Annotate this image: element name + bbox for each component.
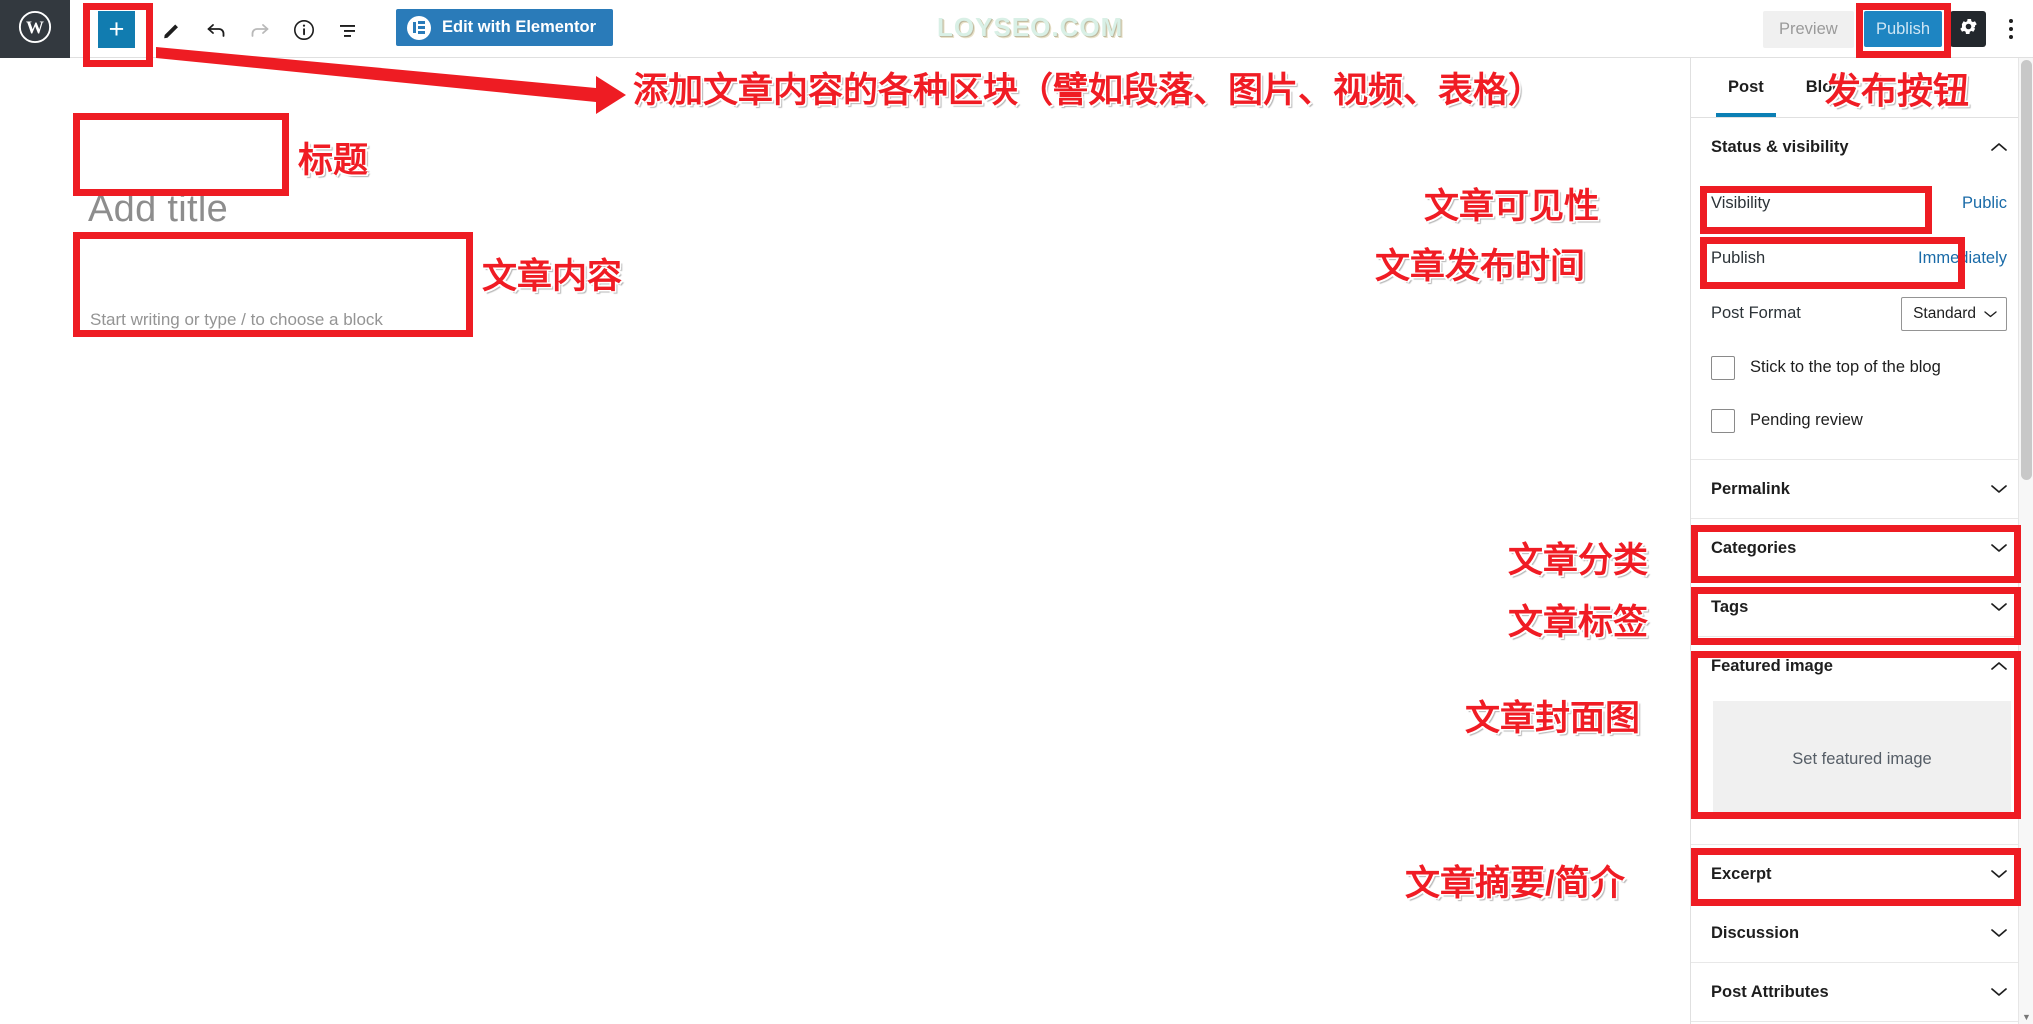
editor-top-bar: W + Edit with Elementor Preview Publish xyxy=(0,0,2033,58)
row-post-format: Post Format Standard xyxy=(1691,286,2033,341)
section-discussion-header[interactable]: Discussion xyxy=(1691,904,2033,962)
plus-icon: + xyxy=(108,14,125,44)
section-categories-header[interactable]: Categories xyxy=(1691,519,2033,577)
pencil-icon[interactable] xyxy=(152,10,192,50)
elementor-logo-icon xyxy=(407,15,431,40)
post-settings-sidebar: Post Block Status & visibility Visibilit… xyxy=(1690,58,2033,1024)
set-featured-image-button[interactable]: Set featured image xyxy=(1713,701,2011,818)
tab-block-label: Block xyxy=(1805,78,1851,96)
set-featured-image-label: Set featured image xyxy=(1792,750,1932,768)
visibility-value[interactable]: Public xyxy=(1962,194,2007,213)
edit-with-elementor-button[interactable]: Edit with Elementor xyxy=(396,9,614,46)
tab-block[interactable]: Block xyxy=(1794,59,1863,117)
section-tags-header[interactable]: Tags xyxy=(1691,578,2033,636)
publish-label: Publish xyxy=(1711,249,1766,267)
gear-icon xyxy=(1958,16,1979,42)
preview-button[interactable]: Preview xyxy=(1763,11,1854,48)
section-permalink-title: Permalink xyxy=(1711,479,1790,498)
section-tags: Tags xyxy=(1691,578,2033,637)
visibility-label: Visibility xyxy=(1711,194,1771,212)
section-post-attributes: Post Attributes xyxy=(1691,963,2033,1022)
post-format-value: Standard xyxy=(1913,304,1976,322)
sticky-checkbox[interactable] xyxy=(1711,355,1735,380)
kebab-dot-3 xyxy=(2009,35,2013,39)
section-tags-title: Tags xyxy=(1711,597,1749,616)
chevron-down-icon xyxy=(1991,543,2007,553)
section-post-attributes-title: Post Attributes xyxy=(1711,982,1829,1001)
chevron-down-icon xyxy=(1991,602,2007,612)
section-categories-title: Categories xyxy=(1711,538,1797,557)
section-featured-image-title: Featured image xyxy=(1711,656,1833,675)
add-block-button[interactable]: + xyxy=(98,11,135,48)
svg-text:W: W xyxy=(26,17,44,37)
section-excerpt-header[interactable]: Excerpt xyxy=(1691,845,2033,903)
section-post-attributes-header[interactable]: Post Attributes xyxy=(1691,963,2033,1021)
chevron-down-icon xyxy=(1991,987,2007,997)
section-status-visibility-header[interactable]: Status & visibility xyxy=(1691,118,2033,176)
scrollbar-thumb[interactable] xyxy=(2021,60,2032,480)
kebab-dot-1 xyxy=(2009,19,2013,23)
section-discussion: Discussion xyxy=(1691,904,2033,963)
post-content-input[interactable]: Start writing or type / to choose a bloc… xyxy=(90,310,383,330)
section-permalink: Permalink xyxy=(1691,460,2033,519)
pending-review-label: Pending review xyxy=(1750,411,1863,429)
row-sticky: Stick to the top of the blog xyxy=(1691,341,2033,394)
undo-icon[interactable] xyxy=(196,10,236,50)
settings-button[interactable] xyxy=(1950,11,1986,47)
kebab-dot-2 xyxy=(2009,27,2013,31)
section-permalink-header[interactable]: Permalink xyxy=(1691,460,2033,518)
section-excerpt-title: Excerpt xyxy=(1711,864,1772,883)
more-options-button[interactable] xyxy=(1996,11,2026,47)
wordpress-logo-button[interactable]: W xyxy=(0,0,70,58)
section-featured-image-header[interactable]: Featured image xyxy=(1691,637,2033,695)
pending-review-checkbox[interactable] xyxy=(1711,408,1735,433)
publish-value[interactable]: Immediately xyxy=(1918,249,2007,268)
section-status-visibility-title: Status & visibility xyxy=(1711,137,1849,156)
publish-button[interactable]: Publish xyxy=(1864,11,1942,47)
list-view-icon[interactable] xyxy=(328,10,368,50)
section-featured-image: Featured image Set featured image xyxy=(1691,637,2033,845)
section-discussion-title: Discussion xyxy=(1711,923,1800,942)
wordpress-logo-icon: W xyxy=(18,10,52,49)
section-status-visibility: Status & visibility Visibility Public Pu… xyxy=(1691,118,2033,460)
sticky-label: Stick to the top of the blog xyxy=(1750,358,1941,376)
section-excerpt: Excerpt xyxy=(1691,845,2033,904)
section-categories: Categories xyxy=(1691,519,2033,578)
elementor-button-label: Edit with Elementor xyxy=(442,18,597,36)
chevron-down-icon xyxy=(1991,869,2007,879)
scroll-down-arrow-icon[interactable]: ▼ xyxy=(2019,1009,2033,1024)
tab-post[interactable]: Post xyxy=(1716,59,1776,117)
redo-icon[interactable] xyxy=(240,10,280,50)
post-title-input[interactable]: Add title xyxy=(88,188,228,231)
sidebar-tabs: Post Block xyxy=(1691,58,2033,118)
chevron-up-icon xyxy=(1991,142,2007,152)
row-pending-review: Pending review xyxy=(1691,394,2033,447)
editor-canvas: Add title Start writing or type / to cho… xyxy=(0,58,1690,1024)
info-icon[interactable] xyxy=(284,10,324,50)
chevron-up-icon xyxy=(1991,661,2007,671)
chevron-down-icon xyxy=(1984,305,1997,323)
chevron-down-icon xyxy=(1991,484,2007,494)
chevron-down-icon xyxy=(1991,928,2007,938)
row-visibility: Visibility Public xyxy=(1691,176,2033,231)
post-format-label: Post Format xyxy=(1711,304,1801,322)
tab-post-label: Post xyxy=(1728,78,1764,96)
post-format-select[interactable]: Standard xyxy=(1901,296,2007,331)
sidebar-scrollbar[interactable]: ▲ ▼ xyxy=(2018,58,2033,1024)
row-publish: Publish Immediately xyxy=(1691,231,2033,286)
